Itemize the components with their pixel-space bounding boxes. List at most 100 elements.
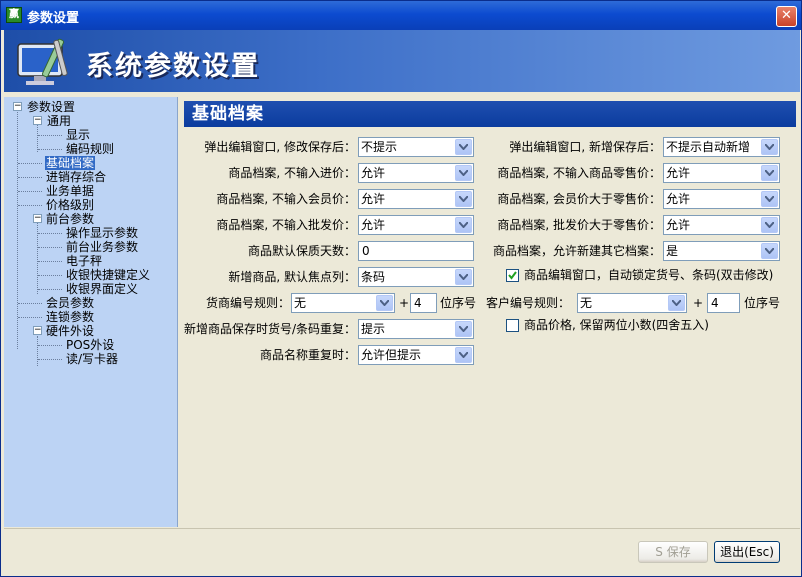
close-icon[interactable]: ✕ xyxy=(776,6,797,27)
chevron-down-icon[interactable] xyxy=(455,139,472,155)
tree-connector xyxy=(38,275,62,276)
select-value: 允许 xyxy=(666,166,691,180)
tree-item-price-levels[interactable]: 价格级别 xyxy=(46,198,94,212)
supplier-rule-select[interactable]: 无 xyxy=(291,293,395,313)
no-cost-select[interactable]: 允许 xyxy=(358,163,474,183)
tree-connector xyxy=(38,135,62,136)
chevron-down-icon[interactable] xyxy=(376,295,393,311)
tree-collapse-icon[interactable]: − xyxy=(33,214,42,223)
banner-title: 系统参数设置 xyxy=(86,51,260,82)
select-value: 不提示 xyxy=(361,140,398,154)
tree-connector xyxy=(38,149,62,150)
tree-item-chain[interactable]: 连锁参数 xyxy=(46,310,94,324)
tree-connector xyxy=(38,289,62,290)
supplier-digits-input[interactable]: 4 xyxy=(410,293,437,313)
price-round-label[interactable]: 商品价格, 保留两位小数(四舍五入) xyxy=(524,315,709,335)
chevron-down-icon[interactable] xyxy=(455,165,472,181)
tree-connector xyxy=(18,191,42,192)
tree-item-display-params[interactable]: 操作显示参数 xyxy=(66,226,138,240)
new-save-select[interactable]: 不提示自动新增 xyxy=(663,137,780,157)
tree-item-code-rules[interactable]: 编码规则 xyxy=(66,142,114,156)
tree-item-cashier-ui[interactable]: 收银界面定义 xyxy=(66,282,138,296)
select-value: 不提示自动新增 xyxy=(666,140,751,154)
tree-collapse-icon[interactable]: − xyxy=(33,326,42,335)
customer-digits-input[interactable]: 4 xyxy=(707,293,740,313)
customer-rule-label: 客户编号规则： xyxy=(485,296,570,310)
tree-collapse-icon[interactable]: − xyxy=(13,102,22,111)
settings-window: 赢 参数设置 ✕ 系统参数设置 − 参数设置 − 通用 显示 编码规则 基础档案… xyxy=(0,0,802,577)
chevron-down-icon[interactable] xyxy=(761,191,778,207)
exit-button[interactable]: 退出(Esc) xyxy=(714,541,780,563)
banner: 系统参数设置 xyxy=(4,30,800,92)
tree-connector xyxy=(18,317,42,318)
auto-lock-label[interactable]: 商品编辑窗口，自动锁定货号、条码(双击修改) xyxy=(524,265,773,285)
tree-connector xyxy=(38,359,62,360)
no-retail-price-label: 商品档案, 不输入商品零售价： xyxy=(497,166,661,180)
wholesale-gt-retail-select[interactable]: 允许 xyxy=(663,215,780,235)
chevron-down-icon[interactable] xyxy=(761,217,778,233)
tree-item-general[interactable]: 通用 xyxy=(47,114,71,128)
select-value: 提示 xyxy=(361,322,386,336)
chevron-down-icon[interactable] xyxy=(455,191,472,207)
title-bar[interactable]: 赢 参数设置 ✕ xyxy=(1,1,801,30)
edit-save-label: 弹出编辑窗口, 修改保存后： xyxy=(204,140,356,154)
default-focus-label: 新增商品, 默认焦点列： xyxy=(228,270,356,284)
tree-item-display[interactable]: 显示 xyxy=(66,128,90,142)
chevron-down-icon[interactable] xyxy=(455,347,472,363)
customer-rule-select[interactable]: 无 xyxy=(577,293,687,313)
tree-connector xyxy=(38,247,62,248)
dup-name-label: 商品名称重复时： xyxy=(259,348,356,362)
no-wholesale-price-select[interactable]: 允许 xyxy=(358,215,474,235)
dup-name-select[interactable]: 允许但提示 xyxy=(358,345,474,365)
price-round-checkbox[interactable] xyxy=(506,319,519,332)
shelf-life-input[interactable]: 0 xyxy=(358,241,474,261)
tree-collapse-icon[interactable]: − xyxy=(33,116,42,125)
chevron-down-icon[interactable] xyxy=(455,321,472,337)
tree-connector xyxy=(38,233,62,234)
panel-header: 基础档案 xyxy=(184,101,796,127)
tree-item-root[interactable]: 参数设置 xyxy=(27,100,75,114)
tree-connector xyxy=(18,177,42,178)
tree-item-basic-archive[interactable]: 基础档案 xyxy=(45,156,96,170)
dup-barcode-select[interactable]: 提示 xyxy=(358,319,474,339)
tree-item-front-desk[interactable]: 前台参数 xyxy=(46,212,94,226)
select-value: 是 xyxy=(666,244,679,258)
chevron-down-icon[interactable] xyxy=(761,243,778,259)
plus-sign: + xyxy=(693,296,704,310)
tree-item-documents[interactable]: 业务单据 xyxy=(46,184,94,198)
select-value: 无 xyxy=(580,296,593,310)
select-value: 条码 xyxy=(361,270,386,284)
no-member-price-label: 商品档案, 不输入会员价： xyxy=(216,192,356,206)
select-value: 允许 xyxy=(666,218,691,232)
supplier-suffix-label: 位序号 xyxy=(440,296,477,310)
tree-connector xyxy=(37,122,38,152)
edit-save-select[interactable]: 不提示 xyxy=(358,137,474,157)
new-save-label: 弹出编辑窗口, 新增保存后： xyxy=(509,140,661,154)
tree-item-front-business[interactable]: 前台业务参数 xyxy=(66,240,138,254)
tree-item-hardware[interactable]: 硬件外设 xyxy=(46,324,94,338)
tree-item-inventory[interactable]: 进销存综合 xyxy=(46,170,106,184)
tree-connector xyxy=(18,303,42,304)
tree-item-pos-devices[interactable]: POS外设 xyxy=(66,338,114,352)
tree-item-card-reader[interactable]: 读/写卡器 xyxy=(66,352,118,366)
chevron-down-icon[interactable] xyxy=(668,295,685,311)
auto-lock-checkbox[interactable] xyxy=(506,269,519,282)
member-gt-retail-select[interactable]: 允许 xyxy=(663,189,780,209)
tree-connector xyxy=(38,345,62,346)
chevron-down-icon[interactable] xyxy=(455,217,472,233)
select-value: 允许 xyxy=(361,192,386,206)
tree-item-scale[interactable]: 电子秤 xyxy=(66,254,102,268)
select-value: 允许 xyxy=(666,192,691,206)
no-member-price-select[interactable]: 允许 xyxy=(358,189,474,209)
tree-item-shortcut-keys[interactable]: 收银快捷键定义 xyxy=(66,268,150,282)
save-button[interactable]: S 保存 xyxy=(638,541,708,563)
select-value: 无 xyxy=(294,296,307,310)
no-retail-price-select[interactable]: 允许 xyxy=(663,163,780,183)
tree-item-member[interactable]: 会员参数 xyxy=(46,296,94,310)
default-focus-select[interactable]: 条码 xyxy=(358,267,474,287)
member-gt-retail-label: 商品档案, 会员价大于零售价： xyxy=(497,192,661,206)
chevron-down-icon[interactable] xyxy=(455,269,472,285)
chevron-down-icon[interactable] xyxy=(761,165,778,181)
chevron-down-icon[interactable] xyxy=(761,139,778,155)
allow-new-archive-select[interactable]: 是 xyxy=(663,241,780,261)
